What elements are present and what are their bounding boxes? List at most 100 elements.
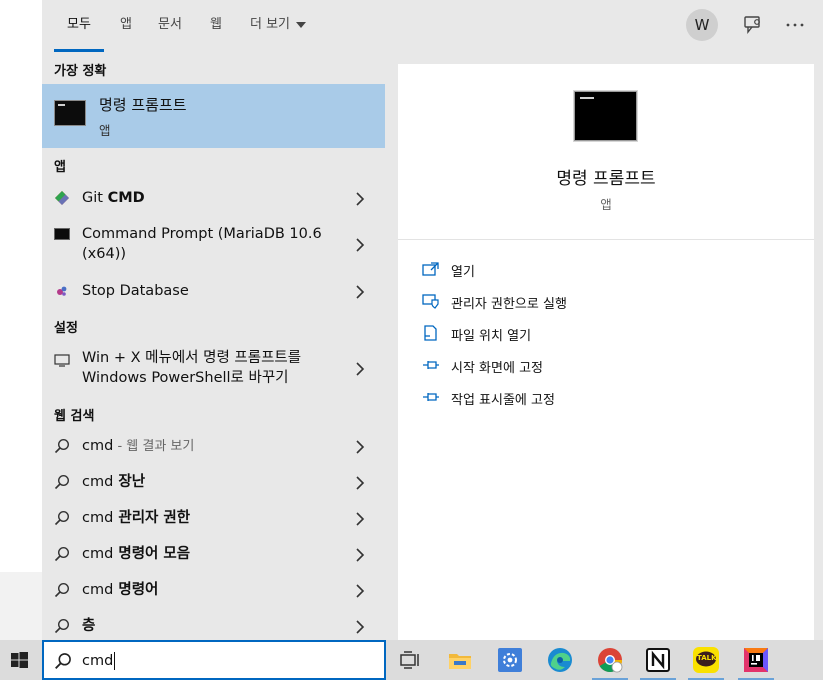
- git-icon: [55, 191, 69, 205]
- file-explorer-icon[interactable]: [446, 646, 474, 674]
- list-item-winx-setting[interactable]: Win + X 메뉴에서 명령 프롬프트를 Windows PowerShell…: [42, 348, 385, 390]
- chevron-right-icon[interactable]: [355, 362, 365, 376]
- tab-all[interactable]: 모두: [54, 0, 104, 52]
- web-term: cmd: [82, 438, 114, 454]
- stop-database-label: Stop Database: [82, 283, 189, 299]
- preview-pane: 명령 프롬프트 앱 열기 관리자 권한으로 실행 파일 위치 열기 시작 화면에…: [398, 64, 814, 640]
- divider: [398, 239, 814, 240]
- preview-title: 명령 프롬프트: [556, 169, 656, 189]
- database-icon: [57, 286, 67, 296]
- chevron-right-icon[interactable]: [355, 238, 365, 252]
- list-item-stop-database[interactable]: Stop Database: [42, 279, 385, 305]
- taskbar: cmd TALK: [0, 640, 823, 680]
- list-item-web-result[interactable]: cmd - 웹 결과 보기: [42, 435, 385, 459]
- task-view-icon[interactable]: [396, 646, 424, 674]
- tab-apps[interactable]: 앱: [120, 0, 132, 52]
- feedback-icon[interactable]: [742, 14, 764, 36]
- list-item-web-suggestion[interactable]: 층: [42, 615, 385, 639]
- web-term: cmd: [82, 510, 114, 526]
- best-match-title: 명령 프롬프트: [99, 96, 187, 114]
- intellij-app[interactable]: [738, 646, 774, 680]
- web-suggestion-bold: 명령어: [113, 582, 159, 598]
- web-term: cmd: [82, 546, 114, 562]
- list-item-web-suggestion[interactable]: cmd 관리자 권한: [42, 507, 385, 531]
- tab-documents[interactable]: 문서: [158, 0, 182, 52]
- pin-icon: [423, 361, 439, 369]
- action-open-label: 열기: [451, 265, 475, 280]
- notion-app[interactable]: [640, 646, 676, 680]
- preview-subtitle: 앱: [600, 197, 612, 212]
- search-icon: [54, 510, 70, 526]
- kakaotalk-label: TALK: [697, 654, 717, 662]
- chevron-right-icon[interactable]: [355, 440, 365, 454]
- command-prompt-icon: [574, 91, 637, 141]
- chevron-right-icon[interactable]: [355, 548, 365, 562]
- search-icon: [54, 438, 70, 454]
- winx-line2: Windows PowerShell로 바꾸기: [82, 370, 289, 386]
- notion-icon: [646, 648, 670, 672]
- chevron-right-icon[interactable]: [355, 512, 365, 526]
- git-cmd-bold: CMD: [107, 190, 145, 206]
- avatar[interactable]: W: [686, 9, 718, 41]
- pin-icon: [423, 393, 439, 401]
- list-item-web-suggestion[interactable]: cmd 명령어: [42, 579, 385, 603]
- chevron-right-icon[interactable]: [355, 476, 365, 490]
- chevron-right-icon[interactable]: [355, 620, 365, 634]
- intellij-icon: [744, 648, 768, 672]
- web-suggestion-bold: 장난: [113, 474, 146, 490]
- search-icon: [54, 582, 70, 598]
- action-pin-to-start-label: 시작 화면에 고정: [451, 361, 543, 376]
- web-term: cmd: [82, 474, 114, 490]
- web-term: cmd: [82, 582, 114, 598]
- web-suggestion-bold: 층: [82, 618, 96, 634]
- search-value: cmd: [82, 653, 114, 669]
- taskbar-search-input[interactable]: cmd: [42, 640, 386, 680]
- tab-web[interactable]: 웹: [210, 0, 222, 52]
- mariadb-line1: Command Prompt (MariaDB 10.6: [82, 226, 322, 242]
- kakaotalk-app[interactable]: TALK: [688, 646, 724, 680]
- section-best-match: 가장 정확: [54, 64, 107, 79]
- winx-line1: Win + X 메뉴에서 명령 프롬프트를: [82, 350, 302, 366]
- search-icon: [54, 618, 70, 634]
- list-item-web-suggestion[interactable]: cmd 장난: [42, 471, 385, 495]
- search-panel: 모두 앱 문서 웹 더 보기 W 가장 정확 명령 프롬프트 앱 앱 Git C…: [42, 0, 823, 640]
- web-suggestion-bold: 관리자 권한: [113, 510, 191, 526]
- chevron-right-icon[interactable]: [355, 192, 365, 206]
- list-item-mariadb-prompt[interactable]: Command Prompt (MariaDB 10.6 (x64)): [42, 224, 385, 266]
- text-cursor: [114, 652, 116, 670]
- web-suffix: - 웹 결과 보기: [113, 439, 195, 454]
- chrome-app[interactable]: [592, 646, 628, 680]
- file-location-icon: [424, 325, 437, 341]
- filter-tabs: 모두 앱 문서 웹 더 보기 W: [42, 0, 823, 52]
- chevron-right-icon[interactable]: [355, 584, 365, 598]
- windows-start-icon[interactable]: [0, 640, 40, 680]
- search-icon: [54, 474, 70, 490]
- list-item-web-suggestion[interactable]: cmd 명령어 모음: [42, 543, 385, 567]
- git-cmd-prefix: Git: [82, 190, 108, 206]
- search-icon: [54, 546, 70, 562]
- tab-more[interactable]: 더 보기: [250, 0, 307, 52]
- best-match-item[interactable]: 명령 프롬프트 앱: [42, 84, 385, 148]
- mariadb-line2: (x64)): [82, 246, 127, 262]
- web-suggestion-bold: 명령어 모음: [113, 546, 191, 562]
- console-icon: [54, 228, 70, 240]
- action-pin-to-taskbar-label: 작업 표시줄에 고정: [451, 393, 555, 408]
- command-prompt-icon: [54, 100, 86, 126]
- open-icon: [422, 262, 439, 276]
- action-run-as-admin-label: 관리자 권한으로 실행: [451, 297, 567, 312]
- settings-app-icon[interactable]: [496, 646, 524, 674]
- chevron-right-icon[interactable]: [355, 285, 365, 299]
- caret-down-icon: [296, 21, 307, 28]
- desktop-background: [0, 0, 42, 572]
- ellipsis-icon[interactable]: [784, 14, 806, 36]
- edge-icon[interactable]: [546, 646, 574, 674]
- action-open-file-location-label: 파일 위치 열기: [451, 329, 532, 344]
- section-settings: 설정: [54, 321, 78, 336]
- list-item-git-cmd[interactable]: Git CMD: [42, 186, 385, 212]
- tab-more-label: 더 보기: [250, 17, 291, 32]
- search-icon: [55, 653, 71, 669]
- chrome-icon: [598, 648, 623, 673]
- shield-icon: [422, 294, 439, 309]
- section-apps: 앱: [54, 160, 66, 175]
- monitor-icon: [54, 354, 70, 367]
